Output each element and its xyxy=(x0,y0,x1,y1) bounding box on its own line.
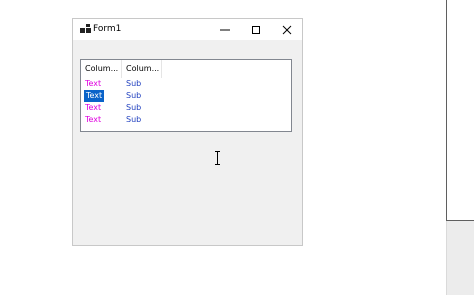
maximize-button[interactable] xyxy=(241,19,271,40)
column-header-1[interactable]: Colum... xyxy=(81,60,122,78)
list-view[interactable]: Colum... Colum... Text Sub Text Sub Text… xyxy=(80,59,292,132)
subitem-text: Sub xyxy=(126,79,142,88)
list-item[interactable]: Text Sub xyxy=(81,102,291,114)
item-text: Text xyxy=(84,90,105,102)
background-window xyxy=(446,0,474,221)
subitem-text: Sub xyxy=(126,115,142,124)
item-text: Text xyxy=(85,103,102,112)
close-button[interactable] xyxy=(272,19,302,40)
app-icon xyxy=(80,24,91,33)
minimize-icon xyxy=(220,29,230,30)
close-icon xyxy=(282,25,292,34)
list-item[interactable]: Text Sub xyxy=(81,114,291,126)
column-header-2[interactable]: Colum... xyxy=(122,60,162,78)
list-item[interactable]: Text Sub xyxy=(81,78,291,90)
item-text: Text xyxy=(85,79,102,88)
item-text: Text xyxy=(85,115,102,124)
form-window: Form1 Colum... Colum... Text Sub Text Su… xyxy=(72,18,303,246)
text-cursor-icon xyxy=(215,151,220,165)
maximize-icon xyxy=(252,25,260,34)
subitem-text: Sub xyxy=(126,103,142,112)
list-view-header: Colum... Colum... xyxy=(81,60,291,78)
subitem-text: Sub xyxy=(126,91,142,100)
background-window-lower xyxy=(446,221,474,295)
minimize-button[interactable] xyxy=(210,19,240,40)
list-item-selected[interactable]: Text Sub xyxy=(81,90,291,102)
window-title: Form1 xyxy=(93,24,122,34)
title-bar[interactable]: Form1 xyxy=(73,19,302,40)
